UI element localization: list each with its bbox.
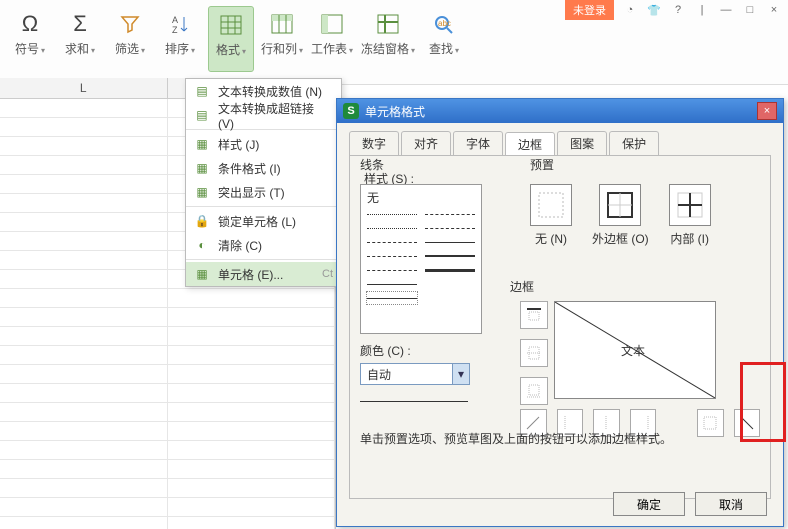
highlight-icon: ▦ <box>194 184 210 200</box>
maximize-button[interactable]: □ <box>742 4 758 16</box>
eraser-icon: ◐ <box>194 237 210 253</box>
filter-button[interactable]: 筛选▾ <box>108 6 152 70</box>
dialog-tabs: 数字 对齐 字体 边框 图案 保护 <box>337 123 783 155</box>
menu-style[interactable]: ▦样式 (J) <box>186 132 341 156</box>
line-style-list[interactable]: 无 <box>360 184 482 334</box>
preset-group-label: 预置 <box>530 156 554 173</box>
rowcol-icon <box>271 10 293 38</box>
border-bottom-button[interactable] <box>520 377 548 405</box>
ok-button[interactable]: 确定 <box>613 492 685 516</box>
find-button[interactable]: abc 查找▾ <box>422 6 466 70</box>
style-dashdot[interactable] <box>367 250 417 262</box>
sheet-button[interactable]: 工作表▾ <box>310 6 354 70</box>
svg-text:Z: Z <box>172 25 178 35</box>
preview-text: 文本 <box>621 342 645 359</box>
hint-text: 单击预置选项、预览草图及上面的按钮可以添加边框样式。 <box>360 430 672 447</box>
tab-pattern[interactable]: 图案 <box>557 131 607 155</box>
freeze-button[interactable]: 冻结窗格▾ <box>360 6 416 70</box>
link-icon: ▤ <box>194 107 210 123</box>
menu-cell-format[interactable]: ▦单元格 (E)...Ct <box>186 262 341 286</box>
border-preview[interactable]: 文本 <box>554 301 716 399</box>
funnel-icon <box>120 10 140 38</box>
style-icon: ▦ <box>194 136 210 152</box>
style-thin[interactable] <box>425 236 475 248</box>
freeze-icon <box>377 10 399 38</box>
preset-none-icon <box>530 184 572 226</box>
dialog-titlebar[interactable]: S 单元格格式 × <box>337 99 783 123</box>
format-button[interactable]: 格式▾ <box>208 6 254 72</box>
border-hmiddle-button[interactable] <box>520 339 548 367</box>
border-label: 边框 <box>510 278 760 295</box>
style-dot2[interactable] <box>367 222 417 234</box>
dialog-title: 单元格格式 <box>365 103 425 120</box>
chevron-down-icon[interactable]: ▾ <box>452 364 469 384</box>
svg-text:abc: abc <box>438 19 451 28</box>
tab-border[interactable]: 边框 <box>505 132 555 156</box>
lock-icon: 🔒 <box>194 213 210 229</box>
minimize-button[interactable]: — <box>718 4 734 16</box>
style-double[interactable] <box>425 278 475 290</box>
style-dash3[interactable] <box>367 236 417 248</box>
menu-cond-format[interactable]: ▦条件格式 (I) <box>186 156 341 180</box>
style-dotted[interactable] <box>367 208 417 220</box>
border-all-button[interactable] <box>697 409 724 437</box>
sort-icon: AZ <box>170 10 190 38</box>
login-badge[interactable]: 未登录 <box>565 0 614 20</box>
omega-icon: Ω <box>22 10 38 38</box>
sheet-icon <box>321 10 343 38</box>
app-icon: S <box>343 103 359 119</box>
col-L[interactable]: L <box>0 78 168 98</box>
tab-protect[interactable]: 保护 <box>609 131 659 155</box>
preset-inner-icon <box>669 184 711 226</box>
find-icon: abc <box>433 10 455 38</box>
style-none[interactable]: 无 <box>367 189 475 206</box>
help-icon[interactable]: ? <box>670 4 686 16</box>
sigma-icon: Σ <box>73 10 87 38</box>
style-dash2[interactable] <box>425 222 475 234</box>
color-select[interactable]: 自动 ▾ <box>360 363 470 385</box>
rowcol-button[interactable]: 行和列▾ <box>260 6 304 70</box>
doc-icon: ▤ <box>194 83 210 99</box>
cell-icon: ▦ <box>194 266 210 282</box>
cond-icon: ▦ <box>194 160 210 176</box>
menu-lock-cell[interactable]: 🔒锁定单元格 (L) <box>186 209 341 233</box>
preset-outer[interactable]: 外边框 (O) <box>592 184 649 247</box>
preset-none[interactable]: 无 (N) <box>530 184 572 247</box>
color-label: 颜色 (C) : <box>360 342 470 359</box>
tab-align[interactable]: 对齐 <box>401 131 451 155</box>
sum-button[interactable]: Σ 求和▾ <box>58 6 102 70</box>
color-auto-label: 自动 <box>367 366 391 383</box>
menu-text-to-link[interactable]: ▤文本转换成超链接 (V) <box>186 103 341 127</box>
divider: | <box>694 4 710 16</box>
grid-icon <box>220 11 242 39</box>
style-dashdot2[interactable] <box>367 264 417 276</box>
style-selected[interactable] <box>367 292 417 304</box>
dialog-close-button[interactable]: × <box>757 102 777 120</box>
tab-font[interactable]: 字体 <box>453 131 503 155</box>
style-thick[interactable] <box>425 264 475 276</box>
preset-outer-icon <box>599 184 641 226</box>
close-button[interactable]: × <box>766 4 782 16</box>
svg-text:A: A <box>172 15 178 25</box>
tab-number[interactable]: 数字 <box>349 131 399 155</box>
skin-icon[interactable]: 👕 <box>646 4 662 17</box>
app-menu-icon[interactable]: ◔ <box>622 4 638 16</box>
menu-highlight[interactable]: ▦突出显示 (T) <box>186 180 341 204</box>
style-medium[interactable] <box>425 250 475 262</box>
format-menu: ▤文本转换成数值 (N) ▤文本转换成超链接 (V) ▦样式 (J) ▦条件格式… <box>185 78 342 287</box>
symbol-button[interactable]: Ω 符号▾ <box>8 6 52 70</box>
preset-inner[interactable]: 内部 (I) <box>669 184 711 247</box>
style-hair[interactable] <box>367 278 417 290</box>
cancel-button[interactable]: 取消 <box>695 492 767 516</box>
style-dash1[interactable] <box>425 208 475 220</box>
sort-button[interactable]: AZ 排序▾ <box>158 6 202 70</box>
border-top-button[interactable] <box>520 301 548 329</box>
menu-clear[interactable]: ◐清除 (C) <box>186 233 341 257</box>
cell-format-dialog: S 单元格格式 × 数字 对齐 字体 边框 图案 保护 线条 预置 样式 (S)… <box>336 98 784 527</box>
highlight-box <box>740 362 786 442</box>
